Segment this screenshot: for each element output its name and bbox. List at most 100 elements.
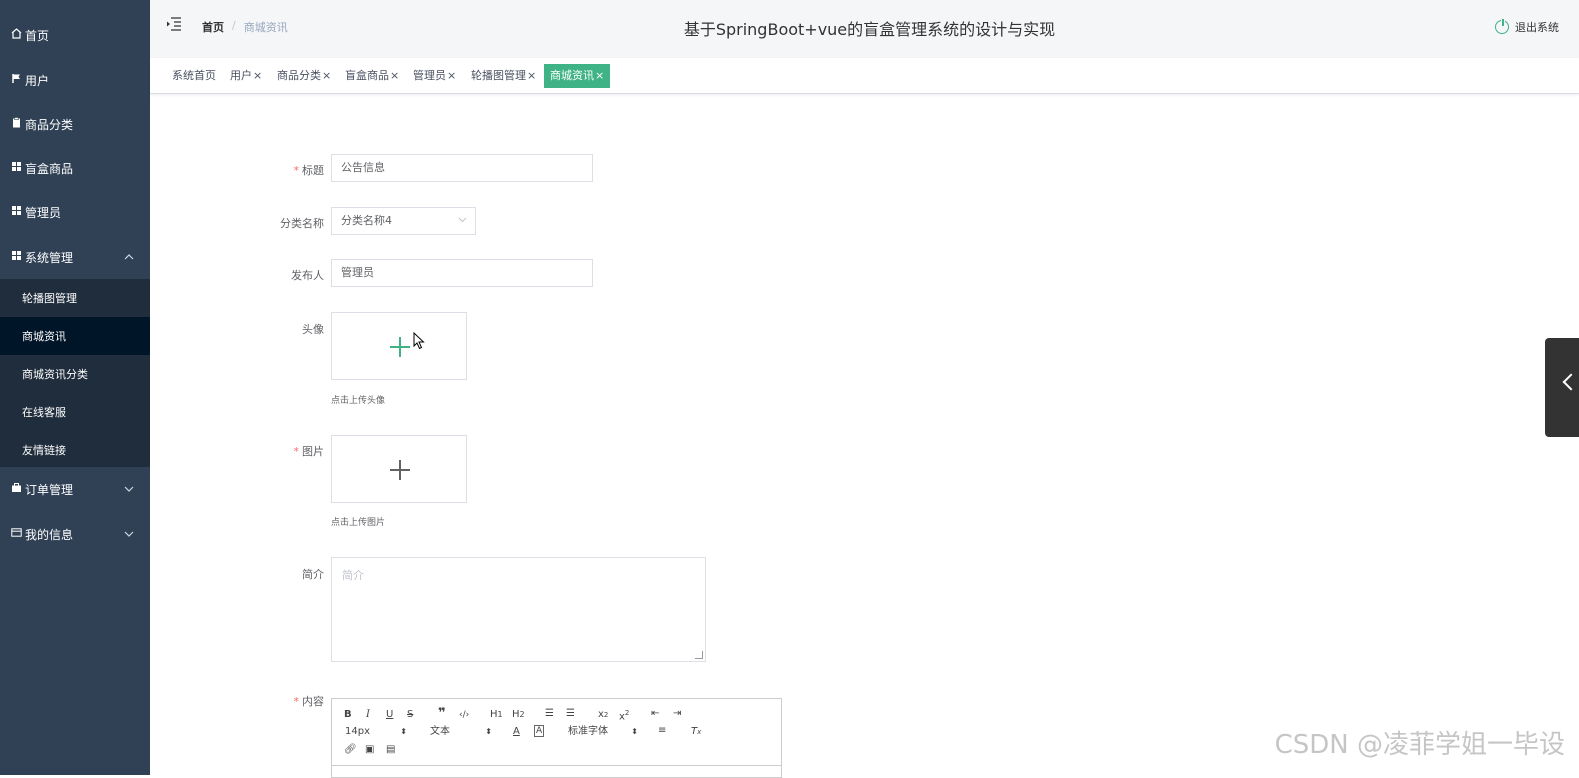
close-icon[interactable]: × <box>595 69 604 82</box>
font-color-icon[interactable]: A <box>513 725 520 739</box>
tab-admin[interactable]: 管理员× <box>413 64 456 88</box>
header1-icon[interactable]: H1 <box>490 708 503 722</box>
clear-format-icon[interactable]: Tx <box>691 725 701 739</box>
sidebar-subitem-label: 商城资讯分类 <box>22 366 88 382</box>
sidebar-item-label: 订单管理 <box>25 481 73 498</box>
header2-icon[interactable]: H2 <box>512 708 525 722</box>
intro-textarea[interactable]: 简介 <box>331 557 706 662</box>
chevron-down-icon <box>124 529 134 540</box>
tab-system-home[interactable]: 系统首页 <box>172 64 216 88</box>
background-color-icon[interactable]: A <box>534 725 544 737</box>
chevron-left-icon <box>1563 374 1579 391</box>
sidebar-item-label: 盲盒商品 <box>25 160 73 177</box>
title-label: *标题 <box>244 162 324 178</box>
sidebar-item-label: 商品分类 <box>25 116 73 133</box>
content-label-text: 内容 <box>302 695 324 708</box>
tab-mall-news[interactable]: 商城资讯× <box>544 64 610 88</box>
side-panel-toggle[interactable] <box>1545 338 1579 437</box>
select-arrows-icon: ⬍ <box>400 725 407 739</box>
font-size-value: 14px <box>345 726 370 737</box>
link-icon[interactable]: 🔗︎ <box>344 743 357 757</box>
sidebar-item-product-category[interactable]: 商品分类 <box>0 102 150 146</box>
sidebar-subitem-online-service[interactable]: 在线客服 <box>0 393 150 431</box>
sidebar-subitem-links[interactable]: 友情链接 <box>0 431 150 469</box>
align-icon[interactable]: ≡ <box>658 724 666 738</box>
close-icon[interactable]: × <box>322 69 331 82</box>
strikethrough-icon[interactable]: S <box>407 708 413 722</box>
publisher-label: 发布人 <box>244 267 324 283</box>
sidebar-subitem-label: 轮播图管理 <box>22 290 77 306</box>
image-uploader[interactable] <box>331 435 467 503</box>
plus-icon <box>390 460 410 480</box>
system-submenu: 轮播图管理 商城资讯 商城资讯分类 在线客服 友情链接 <box>0 279 150 467</box>
rich-text-editor: B I U S ❞ ‹/› H1 H2 ☰ ☰ x2 x2 ⇤ ⇥ 14px⬍ … <box>331 698 782 778</box>
tab-label: 系统首页 <box>172 69 216 82</box>
close-icon[interactable]: × <box>447 69 456 82</box>
font-size-select[interactable]: 14px ⬍ <box>345 725 407 739</box>
close-icon[interactable]: × <box>253 69 262 82</box>
tab-label: 商城资讯 <box>550 69 594 82</box>
sidebar-item-home[interactable]: 首页 <box>0 13 150 57</box>
grid-icon <box>10 205 22 219</box>
image-icon[interactable]: ▣ <box>365 743 374 757</box>
outdent-icon[interactable]: ⇤ <box>651 707 659 721</box>
header-select[interactable]: 文本⬍ <box>430 725 492 739</box>
sidebar-item-my-info[interactable]: 我的信息 <box>0 512 150 556</box>
font-family-select[interactable]: 标准字体⬍ <box>568 725 638 739</box>
mouse-cursor-icon <box>413 332 427 350</box>
sidebar-item-label: 我的信息 <box>25 526 73 543</box>
sidebar-item-admin[interactable]: 管理员 <box>0 190 150 234</box>
sidebar-item-label: 系统管理 <box>25 249 73 266</box>
sidebar-subitem-news-category[interactable]: 商城资讯分类 <box>0 355 150 393</box>
underline-icon[interactable]: U <box>386 708 393 722</box>
plus-icon <box>390 337 410 357</box>
clipboard-icon <box>10 117 22 131</box>
sidebar-subitem-mall-news[interactable]: 商城资讯 <box>0 317 150 355</box>
tab-blind-box[interactable]: 盲盒商品× <box>345 64 399 88</box>
sidebar-subitem-label: 友情链接 <box>22 442 66 458</box>
bold-icon[interactable]: B <box>344 708 352 722</box>
tab-users[interactable]: 用户× <box>230 64 262 88</box>
image-label-text: 图片 <box>302 445 324 458</box>
close-icon[interactable]: × <box>527 69 536 82</box>
tab-label: 盲盒商品 <box>345 69 389 82</box>
title-input[interactable]: 公告信息 <box>331 154 593 182</box>
logout-button[interactable]: 退出系统 <box>1495 19 1559 35</box>
tab-label: 商品分类 <box>277 69 321 82</box>
sidebar-item-label: 首页 <box>25 27 49 44</box>
publisher-input[interactable]: 管理员 <box>331 259 593 287</box>
sidebar-item-blind-box[interactable]: 盲盒商品 <box>0 146 150 190</box>
avatar-hint: 点击上传头像 <box>331 393 385 406</box>
avatar-label: 头像 <box>244 321 324 337</box>
sidebar-item-system[interactable]: 系统管理 <box>0 235 150 279</box>
tab-product-category[interactable]: 商品分类× <box>277 64 331 88</box>
sidebar-subitem-label: 在线客服 <box>22 404 66 420</box>
ordered-list-icon[interactable]: ☰ <box>545 707 554 721</box>
indent-icon[interactable]: ⇥ <box>673 707 681 721</box>
tab-carousel[interactable]: 轮播图管理× <box>471 64 536 88</box>
video-icon[interactable]: ▤ <box>386 743 395 757</box>
intro-placeholder: 简介 <box>342 569 364 582</box>
blockquote-icon[interactable]: ❞ <box>438 707 446 721</box>
page-title: 基于SpringBoot+vue的盲盒管理系统的设计与实现 <box>150 16 1579 40</box>
sidebar-item-orders[interactable]: 订单管理 <box>0 467 150 511</box>
resize-handle[interactable] <box>695 651 703 659</box>
bullet-list-icon[interactable]: ☰ <box>566 707 575 721</box>
content-label: *内容 <box>244 693 324 709</box>
card-icon <box>10 527 22 541</box>
close-icon[interactable]: × <box>390 69 399 82</box>
sidebar-item-users[interactable]: 用户 <box>0 58 150 102</box>
code-block-icon[interactable]: ‹/› <box>459 708 469 722</box>
watermark: CSDN @凌菲学姐一毕设 <box>1275 724 1565 761</box>
chevron-up-icon <box>124 252 134 263</box>
required-mark: * <box>294 695 300 708</box>
sidebar-subitem-carousel[interactable]: 轮播图管理 <box>0 279 150 317</box>
category-select-value: 分类名称4 <box>341 214 392 227</box>
chevron-down-icon <box>124 484 134 495</box>
avatar-uploader[interactable] <box>331 312 467 380</box>
category-select[interactable]: 分类名称4 <box>331 207 476 235</box>
superscript-icon[interactable]: x2 <box>619 706 629 724</box>
select-arrows-icon: ⬍ <box>631 725 638 739</box>
italic-icon[interactable]: I <box>366 708 370 722</box>
subscript-icon[interactable]: x2 <box>598 708 608 722</box>
